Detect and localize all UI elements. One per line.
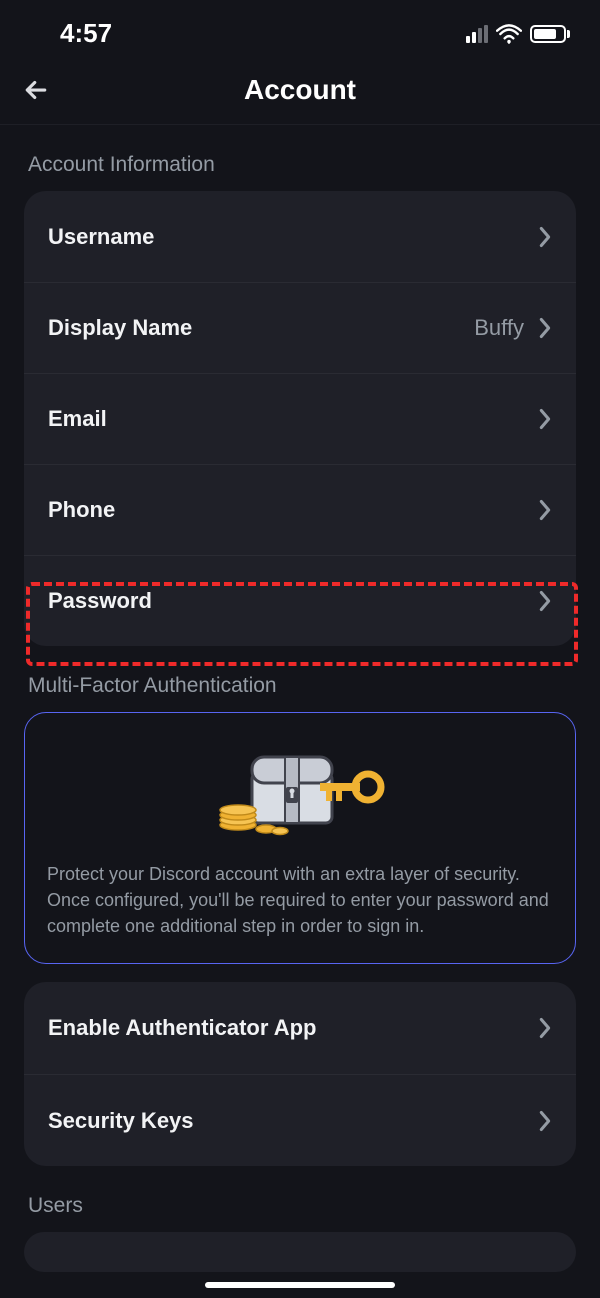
- row-label: Phone: [48, 497, 115, 523]
- chevron-right-icon: [538, 408, 552, 430]
- treasure-chest-illustration: [45, 743, 555, 839]
- row-label: Enable Authenticator App: [48, 1015, 317, 1041]
- row-value: Buffy: [474, 315, 524, 341]
- row-security-keys[interactable]: Security Keys: [24, 1074, 576, 1166]
- section-header-users: Users: [28, 1194, 576, 1218]
- page-title: Account: [0, 74, 600, 106]
- nav-header: Account: [0, 55, 600, 125]
- chevron-right-icon: [538, 226, 552, 248]
- home-indicator[interactable]: [205, 1282, 395, 1288]
- row-label: Username: [48, 224, 154, 250]
- section-account-information: Account Information Username Display Nam…: [0, 153, 600, 646]
- row-phone[interactable]: Phone: [24, 464, 576, 555]
- wifi-icon: [496, 24, 522, 44]
- section-mfa: Multi-Factor Authentication: [0, 674, 600, 1166]
- row-label: Email: [48, 406, 107, 432]
- back-button[interactable]: [20, 74, 52, 106]
- section-header-mfa: Multi-Factor Authentication: [28, 674, 576, 698]
- chevron-right-icon: [538, 1110, 552, 1132]
- row-email[interactable]: Email: [24, 373, 576, 464]
- row-label: Display Name: [48, 315, 192, 341]
- status-icons: [466, 24, 570, 44]
- row-password[interactable]: Password: [24, 555, 576, 646]
- status-time: 4:57: [60, 18, 112, 49]
- account-info-list: Username Display Name Buffy Email Phone: [24, 191, 576, 646]
- battery-icon: [530, 25, 570, 43]
- mfa-description: Protect your Discord account with an ext…: [45, 861, 555, 939]
- users-list: [24, 1232, 576, 1272]
- row-label: Password: [48, 588, 152, 614]
- chevron-right-icon: [538, 1017, 552, 1039]
- chevron-right-icon: [538, 499, 552, 521]
- section-header-account-information: Account Information: [28, 153, 576, 177]
- chevron-right-icon: [538, 317, 552, 339]
- mfa-info-card: Protect your Discord account with an ext…: [24, 712, 576, 964]
- status-bar: 4:57: [0, 0, 600, 55]
- row-label: Security Keys: [48, 1108, 194, 1134]
- section-users: Users: [0, 1194, 600, 1272]
- row-display-name[interactable]: Display Name Buffy: [24, 282, 576, 373]
- mfa-list: Enable Authenticator App Security Keys: [24, 982, 576, 1166]
- chevron-right-icon: [538, 590, 552, 612]
- row-username[interactable]: Username: [24, 191, 576, 282]
- cellular-icon: [466, 25, 488, 43]
- row-enable-authenticator[interactable]: Enable Authenticator App: [24, 982, 576, 1074]
